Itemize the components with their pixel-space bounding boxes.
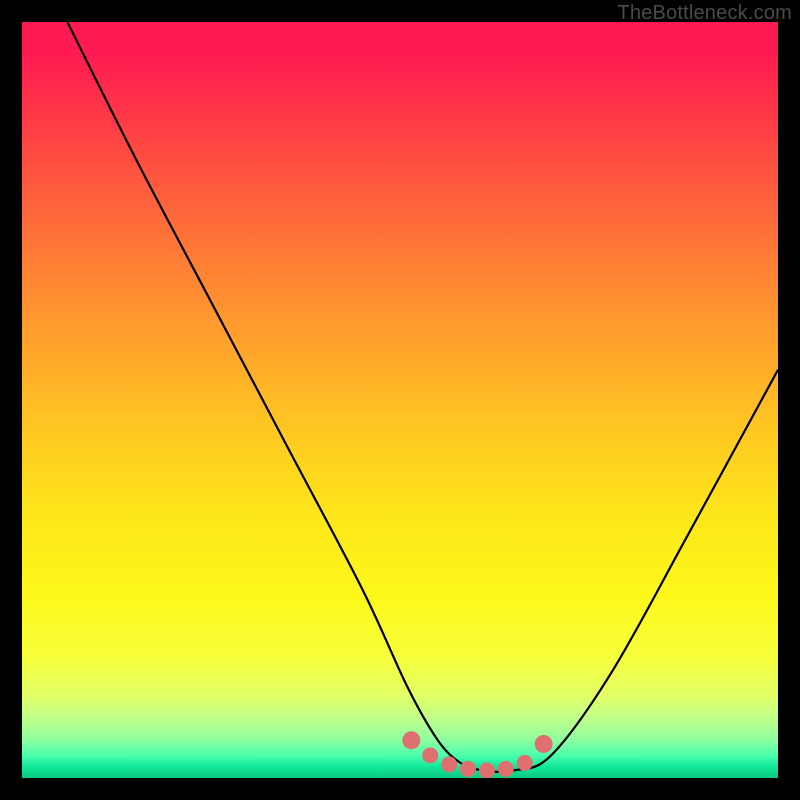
highlight-dot — [517, 755, 533, 771]
highlight-region — [402, 731, 552, 778]
highlight-dot — [479, 762, 495, 778]
highlight-dot — [441, 756, 457, 772]
curve-overlay — [22, 22, 778, 778]
highlight-dot — [422, 747, 438, 763]
plot-area — [22, 22, 778, 778]
highlight-dot — [402, 731, 420, 749]
bottleneck-curve — [67, 22, 778, 772]
highlight-dot — [535, 735, 553, 753]
highlight-dot — [498, 761, 514, 777]
highlight-dot — [460, 761, 476, 777]
attribution-text: TheBottleneck.com — [617, 2, 792, 25]
chart-frame: TheBottleneck.com — [0, 0, 800, 800]
